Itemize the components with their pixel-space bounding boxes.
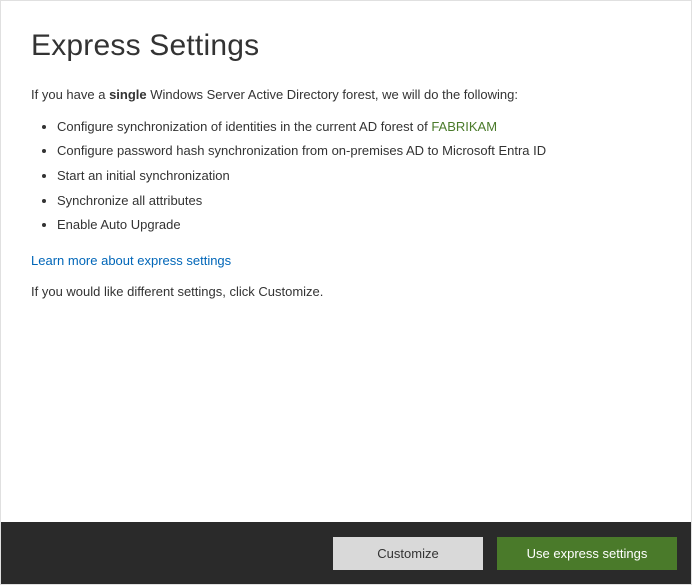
forest-name: FABRIKAM (431, 119, 497, 134)
main-content: Express Settings If you have a single Wi… (1, 1, 691, 522)
list-item: Start an initial synchronization (57, 164, 661, 189)
list-item: Configure password hash synchronization … (57, 139, 661, 164)
customize-button[interactable]: Customize (333, 537, 483, 570)
list-item: Synchronize all attributes (57, 189, 661, 214)
footnote-text: If you would like different settings, cl… (31, 282, 661, 302)
intro-text: If you have a single Windows Server Acti… (31, 85, 661, 105)
intro-bold: single (109, 87, 147, 102)
page-title: Express Settings (31, 29, 661, 63)
footer-bar: Customize Use express settings (1, 522, 691, 584)
bullet-list: Configure synchronization of identities … (31, 115, 661, 238)
list-item: Enable Auto Upgrade (57, 213, 661, 238)
intro-suffix: Windows Server Active Directory forest, … (147, 87, 518, 102)
use-express-settings-button[interactable]: Use express settings (497, 537, 677, 570)
intro-prefix: If you have a (31, 87, 109, 102)
bullet-0-prefix: Configure synchronization of identities … (57, 119, 431, 134)
learn-more-link[interactable]: Learn more about express settings (31, 253, 231, 268)
list-item: Configure synchronization of identities … (57, 115, 661, 140)
